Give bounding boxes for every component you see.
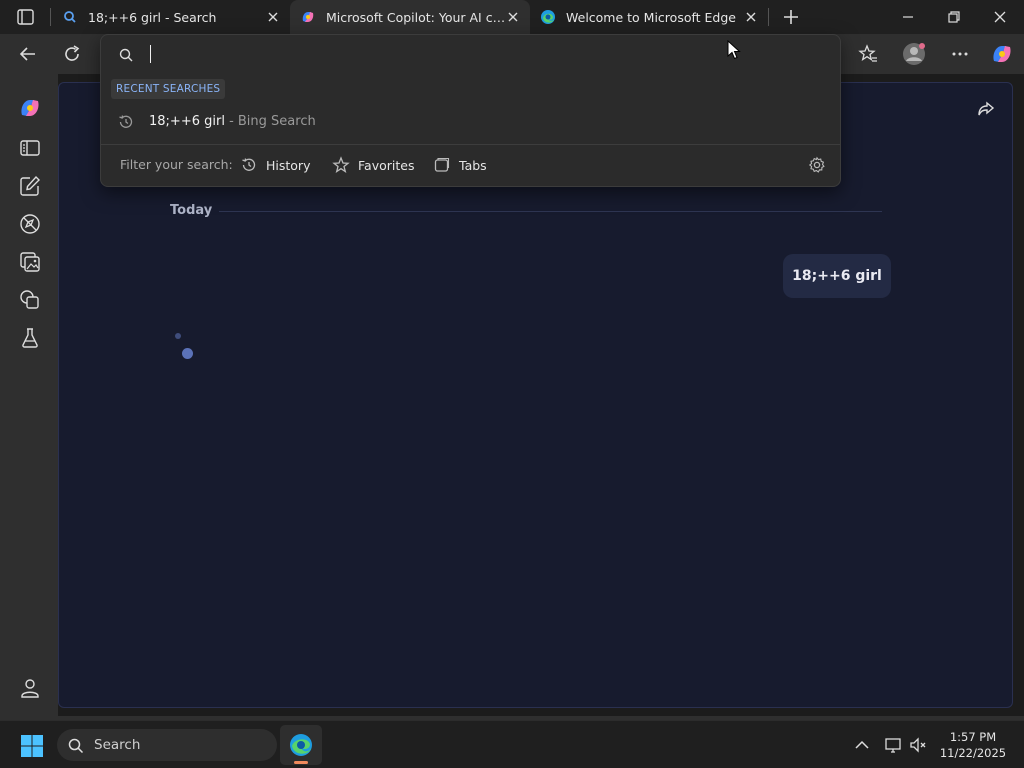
- filter-favorites-button[interactable]: Favorites: [332, 153, 414, 177]
- refresh-icon[interactable]: [61, 43, 83, 65]
- edge-icon: [541, 10, 555, 24]
- gear-icon[interactable]: [808, 156, 826, 174]
- tab-bar: 18;++6 girl - Search Microsoft Copilot: …: [0, 0, 1024, 34]
- date-divider-line: [219, 211, 882, 212]
- history-icon: [119, 115, 133, 128]
- filter-label: Filter your search:: [120, 157, 233, 172]
- text-caret: [150, 45, 151, 63]
- tab-actions-icon[interactable]: [10, 8, 38, 26]
- divider: [101, 144, 840, 145]
- recent-search-source: - Bing Search: [224, 114, 316, 129]
- filter-favorites-label: Favorites: [358, 157, 415, 173]
- user-message-bubble: 18;++6 girl: [783, 254, 891, 298]
- filter-tabs-label: Tabs: [459, 157, 487, 173]
- volume-muted-icon[interactable]: [908, 735, 928, 755]
- typing-indicator-dot: [182, 348, 193, 359]
- tab-welcome[interactable]: Welcome to Microsoft Edge: [530, 0, 768, 34]
- discover-icon[interactable]: [18, 212, 42, 236]
- profile-avatar-icon[interactable]: [902, 42, 926, 66]
- left-sidebar: [0, 74, 58, 720]
- filter-history-label: History: [266, 157, 311, 173]
- tab-title: Welcome to Microsoft Edge: [566, 9, 736, 25]
- windows-start-icon[interactable]: [20, 734, 44, 758]
- clock-time: 1:57 PM: [949, 730, 997, 744]
- taskbar-edge-button[interactable]: [280, 725, 322, 765]
- edge-icon: [290, 734, 312, 756]
- taskbar-search-box[interactable]: Search: [57, 729, 277, 761]
- back-arrow-icon[interactable]: [17, 43, 39, 65]
- recent-search-text: 18;++6 girl - Bing Search: [149, 114, 316, 129]
- restore-icon[interactable]: [944, 7, 964, 27]
- tab-title: Microsoft Copilot: Your AI companion: [326, 9, 506, 25]
- share-icon[interactable]: [976, 99, 996, 119]
- typing-indicator-dot: [175, 333, 181, 339]
- sidebar-panel-icon[interactable]: [18, 136, 42, 160]
- address-bar-input[interactable]: [147, 43, 807, 67]
- copilot-logo-icon[interactable]: [18, 96, 42, 120]
- recent-search-item[interactable]: 18;++6 girl - Bing Search: [101, 109, 840, 135]
- taskbar-search-label: Search: [94, 737, 141, 753]
- search-icon: [68, 738, 84, 754]
- taskbar: Search 1:57 PM 11/22/2025: [0, 720, 1024, 768]
- image-create-icon[interactable]: [18, 250, 42, 274]
- tab-title: 18;++6 girl - Search: [88, 9, 217, 25]
- more-options-icon[interactable]: [949, 43, 971, 65]
- compose-icon[interactable]: [18, 174, 42, 198]
- new-tab-icon[interactable]: [780, 6, 802, 28]
- history-icon: [242, 158, 256, 171]
- favorites-star-icon[interactable]: [857, 43, 879, 65]
- copilot-icon[interactable]: [990, 42, 1014, 66]
- network-display-icon[interactable]: [883, 735, 903, 755]
- date-divider-label: Today: [170, 203, 213, 218]
- chevron-up-icon[interactable]: [852, 735, 872, 755]
- labs-flask-icon[interactable]: [18, 326, 42, 350]
- close-window-icon[interactable]: [990, 7, 1010, 27]
- close-icon[interactable]: [506, 10, 520, 24]
- system-clock[interactable]: 1:57 PM 11/22/2025: [930, 729, 1016, 761]
- account-icon[interactable]: [18, 676, 42, 700]
- tab-search[interactable]: 18;++6 girl - Search: [52, 0, 290, 34]
- filter-tabs-button[interactable]: Tabs: [433, 153, 487, 177]
- minimize-icon[interactable]: [898, 7, 918, 27]
- tab-copilot[interactable]: Microsoft Copilot: Your AI companion: [290, 0, 530, 34]
- tabs-icon: [434, 157, 450, 172]
- recent-searches-label: RECENT SEARCHES: [111, 79, 226, 99]
- star-icon: [332, 156, 350, 173]
- active-app-indicator: [294, 761, 308, 764]
- tab-separator: [768, 8, 769, 26]
- bing-search-icon: [64, 11, 76, 23]
- mouse-cursor-icon: [727, 40, 741, 60]
- close-icon[interactable]: [744, 10, 758, 24]
- pages-icon[interactable]: [18, 288, 42, 312]
- copilot-icon: [302, 12, 314, 22]
- clock-date: 11/22/2025: [939, 746, 1007, 760]
- filter-history-button[interactable]: History: [240, 153, 310, 177]
- close-icon[interactable]: [266, 10, 280, 24]
- tab-separator: [50, 8, 51, 26]
- search-icon: [119, 48, 133, 62]
